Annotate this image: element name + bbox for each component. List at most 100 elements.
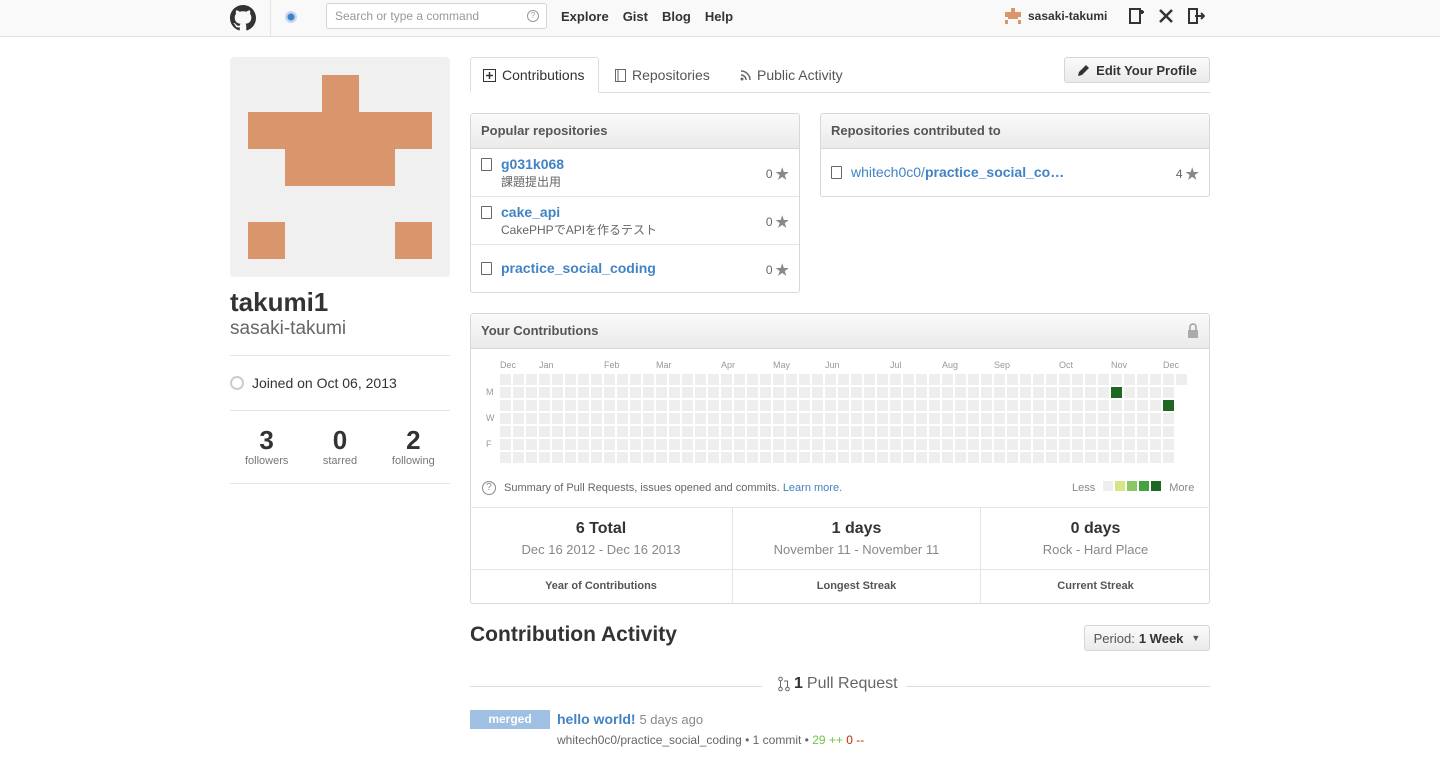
calendar-day-cell[interactable] [539,452,550,463]
calendar-day-cell[interactable] [955,439,966,450]
calendar-day-cell[interactable] [1098,452,1109,463]
calendar-day-cell[interactable] [526,439,537,450]
calendar-day-cell[interactable] [617,374,628,385]
calendar-day-cell[interactable] [1085,400,1096,411]
repo-item[interactable]: practice_social_coding 0 ★ [471,245,799,292]
calendar-day-cell[interactable] [994,439,1005,450]
calendar-day-cell[interactable] [773,426,784,437]
calendar-day-cell[interactable] [578,374,589,385]
calendar-day-cell[interactable] [552,426,563,437]
calendar-day-cell[interactable] [747,400,758,411]
calendar-day-cell[interactable] [630,413,641,424]
calendar-day-cell[interactable] [1163,387,1174,398]
calendar-day-cell[interactable] [1111,400,1122,411]
calendar-day-cell[interactable] [682,400,693,411]
calendar-day-cell[interactable] [799,439,810,450]
repo-item[interactable]: g031k068 課題提出用 0 ★ [471,149,799,197]
calendar-day-cell[interactable] [1033,426,1044,437]
calendar-day-cell[interactable] [786,413,797,424]
calendar-day-cell[interactable] [890,387,901,398]
calendar-day-cell[interactable] [1059,387,1070,398]
calendar-day-cell[interactable] [851,400,862,411]
calendar-day-cell[interactable] [617,452,628,463]
calendar-day-cell[interactable] [864,374,875,385]
calendar-day-cell[interactable] [825,426,836,437]
calendar-day-cell[interactable] [552,452,563,463]
calendar-day-cell[interactable] [890,426,901,437]
calendar-day-cell[interactable] [1085,413,1096,424]
calendar-day-cell[interactable] [799,413,810,424]
calendar-day-cell[interactable] [682,387,693,398]
calendar-day-cell[interactable] [552,374,563,385]
calendar-day-cell[interactable] [1059,452,1070,463]
calendar-day-cell[interactable] [539,439,550,450]
calendar-day-cell[interactable] [513,426,524,437]
calendar-day-cell[interactable] [1085,439,1096,450]
calendar-day-cell[interactable] [942,387,953,398]
calendar-day-cell[interactable] [877,374,888,385]
calendar-day-cell[interactable] [669,452,680,463]
calendar-day-cell[interactable] [890,374,901,385]
calendar-day-cell[interactable] [838,387,849,398]
calendar-day-cell[interactable] [747,439,758,450]
calendar-day-cell[interactable] [1007,452,1018,463]
calendar-day-cell[interactable] [1046,400,1057,411]
calendar-day-cell[interactable] [825,400,836,411]
calendar-day-cell[interactable] [1059,400,1070,411]
calendar-day-cell[interactable] [552,413,563,424]
calendar-day-cell[interactable] [1020,374,1031,385]
calendar-day-cell[interactable] [656,400,667,411]
calendar-day-cell[interactable] [786,374,797,385]
period-dropdown[interactable]: Period: 1 Week ▼ [1084,625,1210,651]
calendar-day-cell[interactable] [1150,400,1161,411]
calendar-day-cell[interactable] [877,452,888,463]
calendar-day-cell[interactable] [1150,413,1161,424]
calendar-day-cell[interactable] [617,426,628,437]
calendar-day-cell[interactable] [526,452,537,463]
calendar-day-cell[interactable] [656,452,667,463]
calendar-day-cell[interactable] [799,374,810,385]
calendar-day-cell[interactable] [565,452,576,463]
calendar-day-cell[interactable] [760,439,771,450]
calendar-day-cell[interactable] [708,439,719,450]
calendar-day-cell[interactable] [695,400,706,411]
calendar-day-cell[interactable] [513,413,524,424]
calendar-day-cell[interactable] [760,413,771,424]
calendar-day-cell[interactable] [1163,452,1174,463]
calendar-day-cell[interactable] [968,439,979,450]
calendar-day-cell[interactable] [994,387,1005,398]
calendar-day-cell[interactable] [630,439,641,450]
pr-repo[interactable]: whitech0c0/practice_social_coding [557,733,742,747]
calendar-day-cell[interactable] [1098,439,1109,450]
calendar-day-cell[interactable] [929,426,940,437]
calendar-day-cell[interactable] [734,426,745,437]
calendar-day-cell[interactable] [695,452,706,463]
calendar-day-cell[interactable] [799,452,810,463]
calendar-day-cell[interactable] [799,426,810,437]
calendar-day-cell[interactable] [1098,387,1109,398]
calendar-day-cell[interactable] [812,400,823,411]
calendar-day-cell[interactable] [1137,439,1148,450]
calendar-day-cell[interactable] [929,452,940,463]
nav-help[interactable]: Help [705,9,733,24]
calendar-day-cell[interactable] [1085,374,1096,385]
nav-gist[interactable]: Gist [623,9,648,24]
calendar-day-cell[interactable] [1059,426,1070,437]
calendar-day-cell[interactable] [617,439,628,450]
calendar-day-cell[interactable] [630,400,641,411]
calendar-day-cell[interactable] [1033,400,1044,411]
calendar-day-cell[interactable] [890,400,901,411]
calendar-day-cell[interactable] [1098,400,1109,411]
calendar-day-cell[interactable] [539,426,550,437]
calendar-day-cell[interactable] [968,374,979,385]
calendar-day-cell[interactable] [578,452,589,463]
calendar-day-cell[interactable] [890,452,901,463]
calendar-day-cell[interactable] [721,413,732,424]
calendar-day-cell[interactable] [1124,387,1135,398]
calendar-day-cell[interactable] [1137,426,1148,437]
repo-item[interactable]: cake_api CakePHPでAPIを作るテスト 0 ★ [471,197,799,245]
calendar-day-cell[interactable] [812,426,823,437]
calendar-day-cell[interactable] [669,374,680,385]
repo-item[interactable]: whitech0c0/practice_social_co… 4 ★ [821,149,1209,196]
calendar-day-cell[interactable] [721,452,732,463]
